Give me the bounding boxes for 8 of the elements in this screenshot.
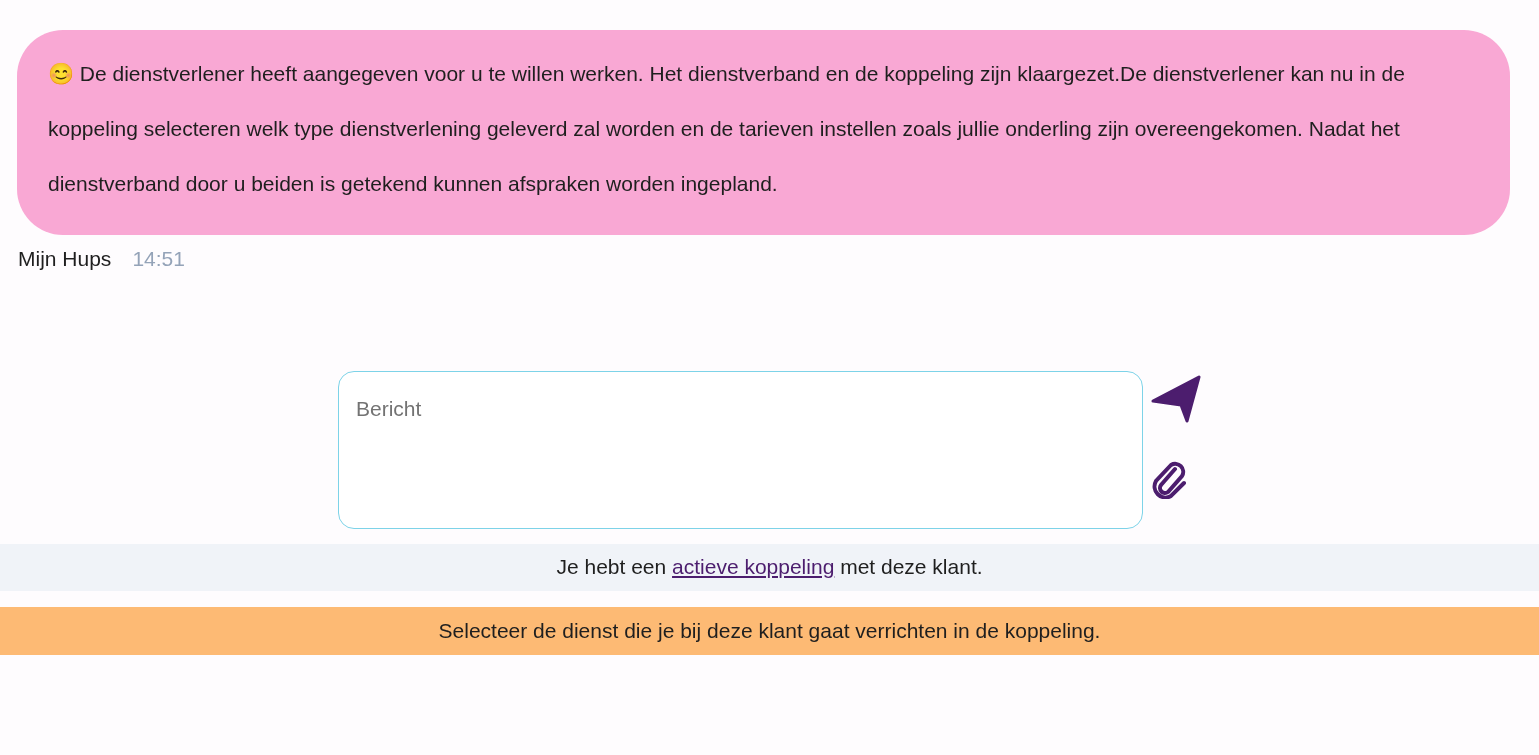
connection-link[interactable]: actieve koppeling	[672, 555, 835, 579]
sender-name: Mijn Hups	[18, 246, 112, 272]
send-icon[interactable]	[1151, 374, 1201, 423]
message-text: 😊 De dienstverlener heeft aangegeven voor u te willen werken. Het dienstverband en de koppeling zijn klaargezet.De dienstverlener kan nu in de koppeling selecteren welk type dienstverlening geleverd zal worden en de tarieven instellen zoals jullie onderling zijn overeengekomen. Nadat het dienstverband door u beiden is getekend kunnen afspraken worden ingepland.	[48, 61, 1406, 197]
warning-banner-text: Selecteer de dienst die je bij deze klant gaat verrichten in de koppeling.	[438, 617, 1101, 644]
message-time: 14:51	[132, 246, 185, 272]
message-field[interactable]: Bericht	[338, 370, 1143, 529]
connection-notice: Je hebt een actieve koppeling met deze klant.	[556, 554, 983, 581]
